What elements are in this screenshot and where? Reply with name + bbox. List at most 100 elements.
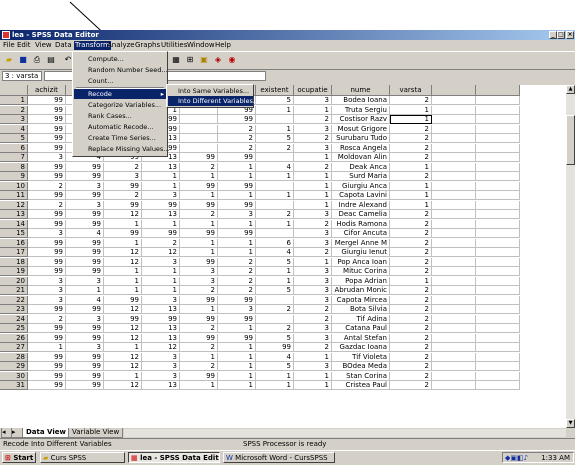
empty-cell[interactable] bbox=[432, 324, 476, 333]
row-header[interactable]: 21 bbox=[0, 286, 28, 295]
table-cell[interactable]: 1 bbox=[294, 172, 332, 181]
table-cell[interactable]: 99 bbox=[180, 257, 218, 267]
maximize-icon[interactable]: □ bbox=[557, 31, 565, 39]
empty-cell[interactable] bbox=[476, 343, 520, 352]
table-cell[interactable]: 3 bbox=[294, 324, 332, 333]
table-cell[interactable]: 3 bbox=[28, 295, 66, 305]
table-cell[interactable]: 2 bbox=[218, 134, 256, 143]
table-cell[interactable]: 99 bbox=[28, 143, 66, 153]
row-header[interactable]: 2 bbox=[0, 105, 28, 115]
table-cell[interactable]: 99 bbox=[218, 153, 256, 162]
table-cell[interactable]: 99 bbox=[218, 295, 256, 305]
table-cell[interactable]: 99 bbox=[28, 219, 66, 229]
table-cell[interactable]: 4 bbox=[256, 248, 294, 257]
table-cell[interactable]: 3 bbox=[294, 143, 332, 153]
row-header[interactable]: 18 bbox=[0, 257, 28, 267]
table-cell[interactable]: 1 bbox=[218, 238, 256, 248]
table-cell[interactable]: 5 bbox=[256, 362, 294, 371]
table-cell[interactable]: 99 bbox=[28, 267, 66, 276]
table-cell[interactable]: Indre Alexand bbox=[332, 200, 390, 210]
menu-data[interactable]: Data bbox=[55, 41, 72, 50]
table-cell[interactable]: 2 bbox=[294, 219, 332, 229]
empty-cell[interactable] bbox=[476, 143, 520, 153]
empty-cell[interactable] bbox=[432, 153, 476, 162]
table-cell[interactable]: 3 bbox=[294, 267, 332, 276]
table-cell[interactable]: 3 bbox=[294, 333, 332, 343]
table-cell[interactable]: 1 bbox=[180, 219, 218, 229]
empty-cell[interactable] bbox=[476, 229, 520, 238]
table-cell[interactable]: 3 bbox=[180, 267, 218, 276]
table-cell[interactable]: 2 bbox=[390, 371, 432, 381]
table-cell[interactable]: 99 bbox=[142, 200, 180, 210]
table-cell[interactable]: 99 bbox=[66, 238, 104, 248]
table-cell[interactable]: 99 bbox=[66, 172, 104, 181]
table-cell[interactable]: 1 bbox=[180, 248, 218, 257]
empty-cell[interactable] bbox=[476, 305, 520, 314]
table-cell[interactable]: 2 bbox=[390, 248, 432, 257]
menu-file[interactable]: File bbox=[3, 41, 15, 50]
table-cell[interactable]: 4 bbox=[66, 229, 104, 238]
table-cell[interactable]: 99 bbox=[28, 134, 66, 143]
table-cell[interactable]: 2 bbox=[390, 210, 432, 219]
table-cell[interactable]: 2 bbox=[28, 181, 66, 191]
table-cell[interactable]: 1 bbox=[180, 191, 218, 200]
table-cell[interactable]: Capota Lavini bbox=[332, 191, 390, 200]
table-cell[interactable]: 2 bbox=[390, 352, 432, 362]
table-cell[interactable]: 1 bbox=[256, 381, 294, 390]
empty-cell[interactable] bbox=[432, 343, 476, 352]
table-cell[interactable]: Mosut Grigore bbox=[332, 124, 390, 134]
table-cell[interactable]: 1 bbox=[218, 352, 256, 362]
empty-cell[interactable] bbox=[476, 115, 520, 124]
table-cell[interactable]: 3 bbox=[294, 295, 332, 305]
empty-cell[interactable] bbox=[432, 115, 476, 124]
row-header[interactable]: 25 bbox=[0, 324, 28, 333]
table-cell[interactable]: 2 bbox=[218, 286, 256, 295]
table-cell[interactable]: Tif Adina bbox=[332, 314, 390, 324]
table-cell[interactable]: 2 bbox=[142, 238, 180, 248]
table-cell[interactable]: 2 bbox=[294, 343, 332, 352]
table-cell[interactable]: 2 bbox=[180, 324, 218, 333]
table-cell[interactable]: 1 bbox=[256, 276, 294, 286]
empty-cell[interactable] bbox=[432, 143, 476, 153]
table-cell[interactable]: Cifor Ancuta bbox=[332, 229, 390, 238]
empty-cell[interactable] bbox=[432, 219, 476, 229]
table-cell[interactable]: 99 bbox=[104, 295, 142, 305]
table-cell[interactable] bbox=[180, 124, 218, 134]
table-cell[interactable]: 2 bbox=[180, 210, 218, 219]
table-cell[interactable]: 2 bbox=[180, 343, 218, 352]
table-cell[interactable]: BOdea Meda bbox=[332, 362, 390, 371]
empty-cell[interactable] bbox=[476, 162, 520, 172]
table-cell[interactable]: 1 bbox=[180, 352, 218, 362]
table-cell[interactable]: 3 bbox=[142, 191, 180, 200]
table-cell[interactable]: 1 bbox=[294, 191, 332, 200]
column-header[interactable]: achizit bbox=[28, 85, 66, 96]
empty-cell[interactable] bbox=[476, 200, 520, 210]
row-header[interactable]: 9 bbox=[0, 172, 28, 181]
empty-cell[interactable] bbox=[476, 172, 520, 181]
menu-analyze[interactable]: Analyze bbox=[107, 41, 135, 50]
table-cell[interactable]: 99 bbox=[66, 324, 104, 333]
table-cell[interactable]: 13 bbox=[142, 210, 180, 219]
table-cell[interactable]: 2 bbox=[104, 162, 142, 172]
table-cell[interactable]: 3 bbox=[66, 343, 104, 352]
table-cell[interactable]: 2 bbox=[218, 276, 256, 286]
table-cell[interactable] bbox=[256, 200, 294, 210]
row-header[interactable]: 7 bbox=[0, 153, 28, 162]
table-cell[interactable]: 2 bbox=[218, 257, 256, 267]
table-cell[interactable]: 1 bbox=[256, 172, 294, 181]
table-cell[interactable]: 2 bbox=[390, 362, 432, 371]
empty-cell[interactable] bbox=[432, 162, 476, 172]
table-cell[interactable]: 99 bbox=[256, 343, 294, 352]
table-cell[interactable]: 3 bbox=[294, 238, 332, 248]
menu-help[interactable]: Help bbox=[215, 41, 231, 50]
table-cell[interactable]: 3 bbox=[28, 229, 66, 238]
row-header[interactable]: 30 bbox=[0, 371, 28, 381]
table-cell[interactable]: 99 bbox=[28, 324, 66, 333]
row-header[interactable]: 27 bbox=[0, 343, 28, 352]
table-cell[interactable]: 99 bbox=[218, 181, 256, 191]
table-cell[interactable]: 99 bbox=[28, 238, 66, 248]
table-cell[interactable]: Pop Anca Ioan bbox=[332, 257, 390, 267]
row-header[interactable]: 16 bbox=[0, 238, 28, 248]
menu-item-create-time-series[interactable]: Create Time Series... bbox=[74, 133, 167, 143]
table-cell[interactable]: Hodis Ramona bbox=[332, 219, 390, 229]
